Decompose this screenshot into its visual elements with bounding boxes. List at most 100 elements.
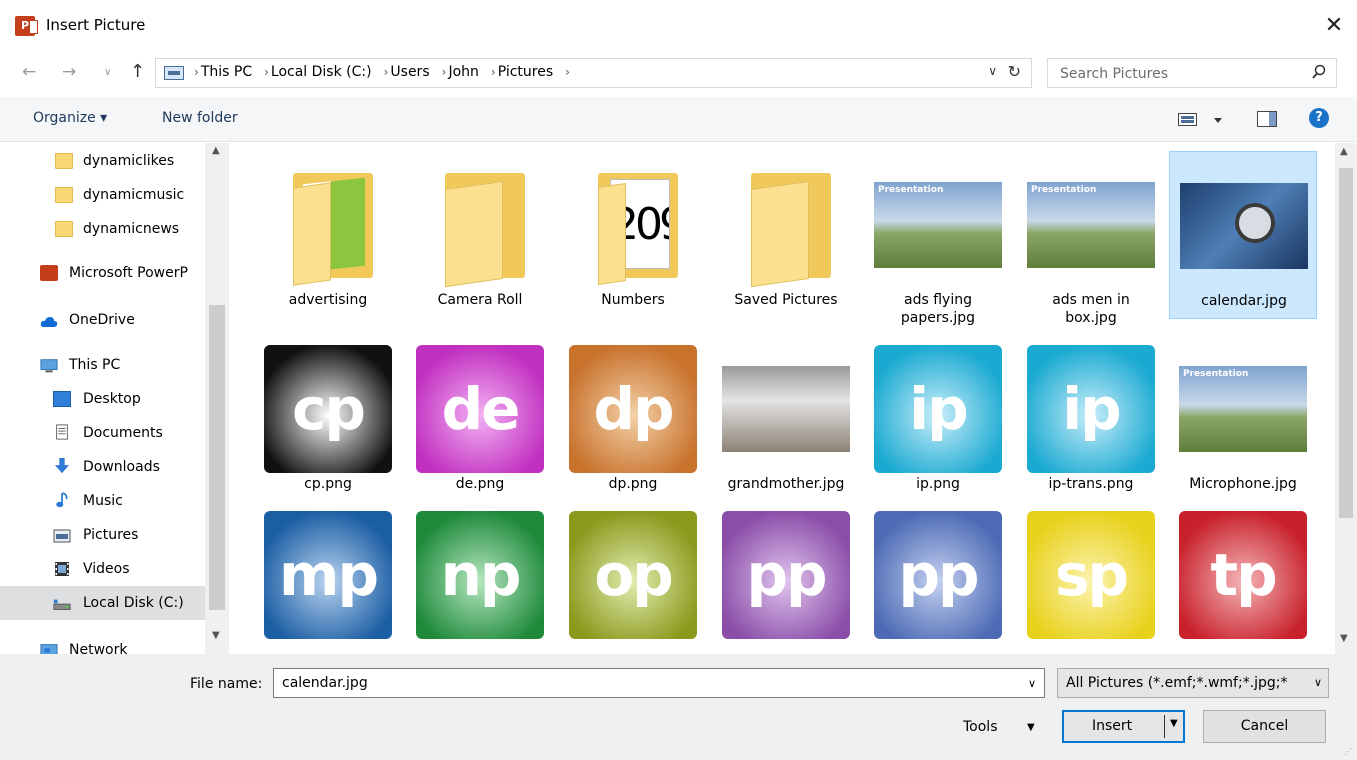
chevron-down-icon[interactable]: ∨ — [1314, 676, 1322, 689]
search-input[interactable] — [1060, 64, 1300, 84]
breadcrumb-john[interactable]: John — [448, 64, 478, 80]
file-item-tp[interactable]: tp — [1169, 501, 1317, 654]
file-item-ads-flying-papers[interactable]: Presentation ads flying papers.jpg — [864, 151, 1012, 326]
search-icon[interactable] — [1312, 64, 1326, 80]
preview-pane-icon[interactable] — [1257, 111, 1277, 127]
breadcrumb-local-disk[interactable]: Local Disk (C:) — [271, 64, 372, 80]
scroll-up-icon[interactable]: ▲ — [1340, 146, 1348, 157]
file-item-ads-men-in-box[interactable]: Presentation ads men in box.jpg — [1017, 151, 1165, 326]
nav-item-label: Pictures — [83, 527, 139, 543]
nav-item-videos[interactable]: Videos — [0, 552, 205, 586]
cloud-icon — [40, 317, 58, 327]
file-item-advertising[interactable]: advertising — [254, 151, 402, 319]
scrollbar-thumb[interactable] — [209, 305, 225, 610]
file-name-value: calendar.jpg — [282, 675, 368, 691]
nav-item-dynamiclikes[interactable]: dynamiclikes — [0, 144, 205, 178]
file-name-input[interactable]: calendar.jpg ∨ — [273, 668, 1045, 698]
chevron-right-icon[interactable]: › — [442, 65, 447, 79]
recent-locations-chevron-icon[interactable]: ∨ — [104, 67, 111, 78]
back-arrow-icon[interactable]: ← — [22, 62, 36, 82]
nav-item-documents[interactable]: Documents — [0, 416, 205, 450]
nav-scrollbar[interactable]: ▲ ▼ — [205, 143, 229, 654]
organize-menu[interactable]: Organize ▾ — [33, 110, 107, 126]
app-tile-icon: dp — [569, 345, 697, 473]
file-item-de[interactable]: de de.png — [406, 335, 554, 503]
file-name: advertising — [288, 292, 368, 308]
app-tile-icon: pp — [722, 511, 850, 639]
app-tile-icon: pp — [874, 511, 1002, 639]
nav-item-pictures[interactable]: Pictures — [0, 518, 205, 552]
file-item-ip-trans[interactable]: ip ip-trans.png — [1017, 335, 1165, 503]
tools-menu[interactable]: Tools — [963, 719, 998, 735]
nav-item-network[interactable]: Network — [0, 633, 205, 654]
nav-item-desktop[interactable]: Desktop — [0, 382, 205, 416]
nav-item-dynamicnews[interactable]: dynamicnews — [0, 212, 205, 246]
file-name: ads flying papers.jpg — [900, 292, 976, 326]
file-item-mp[interactable]: mp — [254, 501, 402, 654]
breadcrumb-this-pc[interactable]: This PC — [201, 64, 252, 80]
file-item-op[interactable]: op — [559, 501, 707, 654]
file-item-grandmother[interactable]: grandmother.jpg — [712, 335, 860, 503]
file-item-dp[interactable]: dp dp.png — [559, 335, 707, 503]
folder-icon — [55, 187, 73, 203]
image-thumbnail: Presentation — [1027, 182, 1155, 268]
file-item-camera-roll[interactable]: Camera Roll — [406, 151, 554, 319]
scroll-down-icon[interactable]: ▼ — [1340, 633, 1348, 644]
nav-item-local-disk[interactable]: Local Disk (C:) — [0, 586, 205, 620]
bottom-panel: File name: calendar.jpg ∨ All Pictures (… — [0, 654, 1357, 760]
chevron-right-icon[interactable]: › — [491, 65, 496, 79]
forward-arrow-icon[interactable]: → — [62, 62, 76, 82]
content-scrollbar[interactable]: ▲ ▼ — [1335, 143, 1357, 654]
file-item-microphone[interactable]: Presentation Microphone.jpg — [1169, 335, 1317, 503]
new-folder-button[interactable]: New folder — [162, 110, 238, 126]
thumbnail: sp — [1027, 511, 1155, 639]
address-dropdown-icon[interactable]: ∨ — [988, 64, 997, 78]
cancel-button[interactable]: Cancel — [1203, 710, 1326, 743]
resize-grip-icon[interactable]: ⋰ — [1344, 747, 1354, 757]
file-item-calendar[interactable]: calendar.jpg — [1169, 151, 1317, 319]
chevron-down-icon[interactable]: ∨ — [1028, 677, 1036, 690]
nav-item-dynamicmusic[interactable]: dynamicmusic — [0, 178, 205, 212]
app-tile-icon: ip — [874, 345, 1002, 473]
help-icon[interactable]: ? — [1309, 108, 1329, 128]
nav-item-onedrive[interactable]: OneDrive — [0, 303, 205, 337]
chevron-right-icon[interactable]: › — [264, 65, 269, 79]
nav-item-microsoft-powerpoint[interactable]: Microsoft PowerP — [0, 256, 205, 290]
file-item-cp[interactable]: cp cp.png — [254, 335, 402, 503]
scroll-down-icon[interactable]: ▼ — [212, 630, 220, 641]
file-name: ip-trans.png — [1048, 476, 1134, 492]
thumbnail: np — [416, 511, 544, 639]
nav-item-music[interactable]: Music — [0, 484, 205, 518]
nav-item-downloads[interactable]: Downloads — [0, 450, 205, 484]
breadcrumb-users[interactable]: Users — [390, 64, 429, 80]
file-item-ip[interactable]: ip ip.png — [864, 335, 1012, 503]
breadcrumb-pictures[interactable]: Pictures — [498, 64, 553, 80]
documents-icon — [56, 424, 68, 440]
change-view-icon[interactable] — [1178, 112, 1224, 128]
file-name: ip.png — [916, 476, 960, 492]
chevron-right-icon[interactable]: › — [565, 65, 570, 79]
powerpoint-icon: P — [15, 16, 38, 36]
insert-button[interactable]: Insert ▼ — [1062, 710, 1185, 743]
tools-dropdown-icon[interactable]: ▼ — [1027, 722, 1035, 733]
nav-item-this-pc[interactable]: This PC — [0, 348, 205, 382]
file-item-numbers[interactable]: 209 Numbers — [559, 151, 707, 319]
file-item-pp[interactable]: pp — [712, 501, 860, 654]
scrollbar-thumb[interactable] — [1339, 168, 1353, 518]
chevron-right-icon[interactable]: › — [194, 65, 199, 79]
search-box[interactable] — [1047, 58, 1337, 88]
close-button[interactable]: ✕ — [1311, 0, 1357, 52]
address-bar[interactable]: › This PC › Local Disk (C:) › Users › John › Pict… — [155, 58, 1032, 88]
file-item-np[interactable]: np — [406, 501, 554, 654]
up-arrow-icon[interactable]: ↑ — [130, 61, 145, 82]
file-item-sp[interactable]: sp — [1017, 501, 1165, 654]
file-item-saved-pictures[interactable]: Saved Pictures — [712, 151, 860, 319]
insert-dropdown-icon[interactable]: ▼ — [1170, 718, 1178, 729]
file-type-select[interactable]: All Pictures (*.emf;*.wmf;*.jpg;* ∨ — [1057, 668, 1329, 698]
nav-item-label: dynamiclikes — [83, 153, 175, 169]
nav-item-label: dynamicmusic — [83, 187, 185, 203]
file-item-pp-2[interactable]: pp — [864, 501, 1012, 654]
scroll-up-icon[interactable]: ▲ — [212, 145, 220, 156]
chevron-right-icon[interactable]: › — [384, 65, 389, 79]
refresh-icon[interactable]: ↻ — [1008, 62, 1021, 81]
